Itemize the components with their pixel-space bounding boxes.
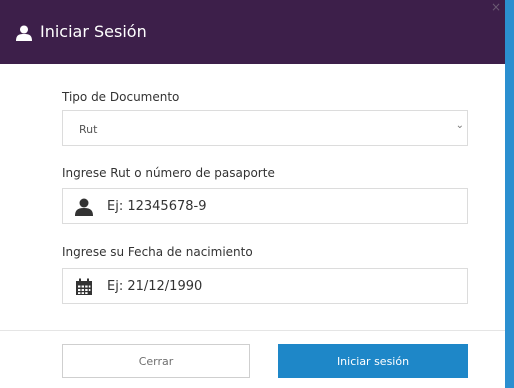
user-icon (16, 25, 32, 41)
birthdate-label: Ingrese su Fecha de nacimiento (62, 245, 253, 259)
footer-divider (0, 330, 505, 331)
cancel-button[interactable]: Cerrar (62, 344, 250, 378)
login-button[interactable]: Iniciar sesión (278, 344, 468, 378)
birthdate-field (62, 268, 468, 304)
calendar-icon (76, 278, 92, 295)
chevron-down-icon: ⌄ (455, 120, 464, 131)
close-icon[interactable]: × (491, 0, 501, 14)
rut-input[interactable] (107, 196, 447, 216)
login-modal: Iniciar Sesión × Tipo de Documento Rut ⌄… (0, 0, 505, 388)
modal-header: Iniciar Sesión × (0, 0, 505, 64)
doc-type-value: Rut (79, 123, 98, 136)
modal-title: Iniciar Sesión (40, 22, 147, 41)
birthdate-input[interactable] (107, 276, 447, 296)
user-icon (75, 198, 93, 216)
doc-type-label: Tipo de Documento (62, 90, 180, 104)
doc-type-select[interactable]: Rut ⌄ (62, 110, 468, 146)
rut-label: Ingrese Rut o número de pasaporte (62, 166, 275, 180)
rut-field (62, 188, 468, 224)
